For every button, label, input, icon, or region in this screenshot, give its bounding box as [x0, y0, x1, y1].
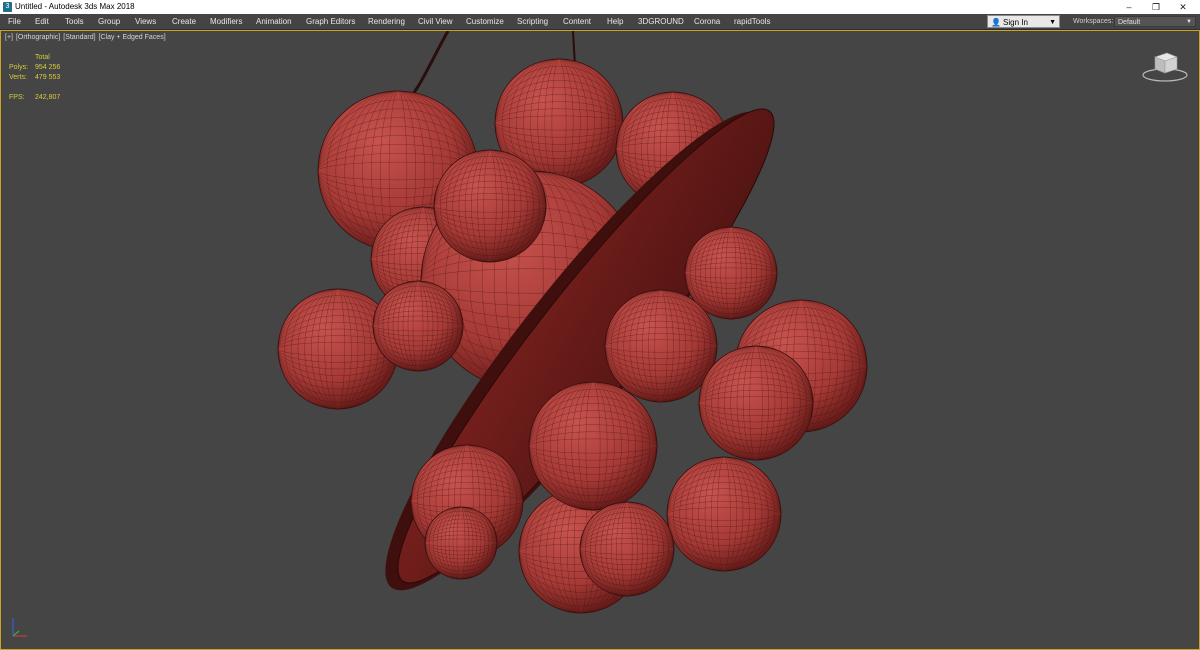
menu-file[interactable]: File	[8, 14, 21, 29]
menu-views[interactable]: Views	[135, 14, 156, 29]
chevron-down-icon: ▼	[1049, 19, 1056, 26]
close-button[interactable]: ✕	[1170, 0, 1196, 14]
scene-render[interactable]	[1, 31, 1199, 649]
sphere-mesh[interactable]	[666, 456, 782, 572]
chevron-down-icon: ▼	[1186, 19, 1192, 25]
workspace-select[interactable]: Default ▼	[1114, 16, 1196, 27]
menu-tools[interactable]: Tools	[65, 14, 84, 29]
minimize-button[interactable]: –	[1116, 0, 1142, 14]
verts-label: Verts:	[9, 74, 27, 81]
workspaces-label: Workspaces:	[1073, 18, 1114, 25]
sphere-mesh[interactable]	[372, 280, 464, 372]
sphere-mesh[interactable]	[433, 149, 547, 263]
stats-header: Total	[35, 54, 50, 61]
sphere-mesh[interactable]	[579, 501, 675, 597]
sphere-mesh[interactable]	[528, 381, 658, 511]
sign-in-dropdown[interactable]: 👤 Sign In ▼	[987, 15, 1060, 28]
sphere-mesh[interactable]	[424, 506, 498, 580]
menu-3dground[interactable]: 3DGROUND	[638, 14, 684, 29]
menu-animation[interactable]: Animation	[256, 14, 292, 29]
menu-scripting[interactable]: Scripting	[517, 14, 548, 29]
menu-group[interactable]: Group	[98, 14, 120, 29]
menu-help[interactable]: Help	[607, 14, 623, 29]
menu-customize[interactable]: Customize	[466, 14, 504, 29]
viewport[interactable]: [+] [Orthographic] [Standard] [Clay + Ed…	[0, 30, 1200, 650]
viewcube-icon[interactable]	[1141, 49, 1189, 83]
sphere-mesh[interactable]	[698, 345, 814, 461]
menu-rendering[interactable]: Rendering	[368, 14, 405, 29]
sign-in-label: Sign In	[1003, 18, 1028, 27]
app-icon: 3	[3, 2, 12, 12]
title-bar: 3 Untitled - Autodesk 3ds Max 2018 – ❐ ✕	[0, 0, 1200, 14]
menu-bar: File Edit Tools Group Views Create Modif…	[0, 14, 1200, 30]
viewport-pov-label[interactable]: [Orthographic]	[16, 34, 60, 41]
window-title: Untitled - Autodesk 3ds Max 2018	[15, 2, 135, 11]
polys-value: 954 256	[35, 64, 61, 71]
sphere-cluster[interactable]	[277, 58, 868, 624]
menu-graph-editors[interactable]: Graph Editors	[306, 14, 355, 29]
menu-edit[interactable]: Edit	[35, 14, 49, 29]
restore-button[interactable]: ❐	[1143, 0, 1169, 14]
menu-content[interactable]: Content	[563, 14, 591, 29]
viewport-shading-mode[interactable]: [Clay + Edged Faces]	[99, 34, 166, 41]
viewport-label[interactable]: [+] [Orthographic] [Standard] [Clay + Ed…	[5, 34, 167, 41]
menu-create[interactable]: Create	[172, 14, 196, 29]
fps-label: FPS:	[9, 94, 25, 101]
workspace-value: Default	[1118, 19, 1141, 26]
viewport-menu-plus[interactable]: [+]	[5, 34, 13, 41]
verts-value: 479 553	[35, 74, 61, 81]
sphere-mesh[interactable]	[604, 289, 718, 403]
viewport-shading-standard[interactable]: [Standard]	[63, 34, 95, 41]
axis-tripod-icon	[12, 618, 27, 637]
menu-civil-view[interactable]: Civil View	[418, 14, 453, 29]
polys-label: Polys:	[9, 64, 29, 71]
menu-corona[interactable]: Corona	[694, 14, 720, 29]
menu-modifiers[interactable]: Modifiers	[210, 14, 242, 29]
fps-value: 242,807	[35, 94, 61, 101]
menu-rapidtools[interactable]: rapidTools	[734, 14, 770, 29]
user-icon: 👤	[991, 18, 1001, 27]
